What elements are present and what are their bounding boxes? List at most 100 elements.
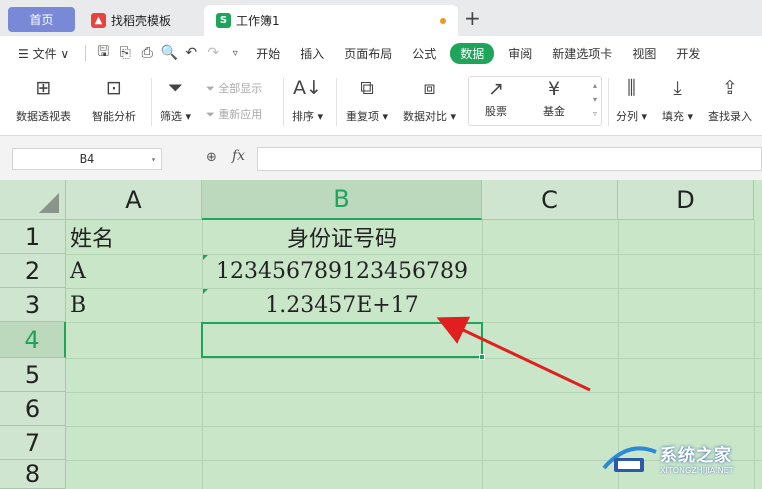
- stock-label: 股票: [485, 105, 507, 118]
- save-icon[interactable]: 🖫: [92, 41, 114, 65]
- file-menu-label: 文件: [32, 46, 57, 61]
- undo-icon[interactable]: ↶: [180, 45, 202, 61]
- row-header-7[interactable]: 7: [0, 426, 66, 460]
- menu-bar: ☰ 文件 ∨ 🖫 ⎘ ⎙ 🔍 ↶ ↷ ▿ 开始 插入 页面布局 公式 数据 审阅…: [0, 36, 762, 70]
- filter-button[interactable]: ⏷ 筛选 ▾: [160, 76, 191, 124]
- tab-workbook[interactable]: S 工作簿1: [204, 5, 458, 36]
- unsaved-dot-icon: [440, 18, 446, 24]
- formula-bar: B4 ▾ ⊕ fx: [0, 136, 762, 180]
- row-header-6[interactable]: 6: [0, 392, 66, 426]
- row-header-8[interactable]: 8: [0, 460, 66, 489]
- menu-home[interactable]: 开始: [246, 45, 290, 62]
- split-column-button[interactable]: ⫼ 分列 ▾: [616, 76, 647, 124]
- sort-label: 排序 ▾: [292, 110, 324, 123]
- column-header-c[interactable]: C: [482, 180, 618, 220]
- menu-page-layout[interactable]: 页面布局: [334, 45, 402, 62]
- chevron-down-icon: ∨: [56, 46, 70, 61]
- hamburger-icon: ☰: [18, 46, 33, 61]
- stock-button[interactable]: ↗ 股票: [485, 77, 507, 119]
- name-box[interactable]: B4 ▾: [12, 148, 162, 170]
- cell-b1[interactable]: 身份证号码: [202, 220, 482, 254]
- filter-icon: ⏷: [167, 77, 184, 99]
- divider: [151, 78, 152, 126]
- gallery-scroll-arrows[interactable]: ▴ ▾ ▿: [593, 79, 597, 121]
- reapply-button[interactable]: ⏷ 重新应用: [206, 106, 262, 122]
- row-header-3[interactable]: 3: [0, 288, 66, 322]
- menu-review[interactable]: 审阅: [498, 45, 542, 62]
- menu-view[interactable]: 视图: [622, 45, 666, 62]
- stock-chart-icon: ↗: [488, 78, 504, 100]
- cell-a3[interactable]: B: [70, 288, 86, 322]
- duplicates-button[interactable]: ⧉ 重复项 ▾: [346, 76, 388, 124]
- watermark-url: XITONGZHIJIA.NET: [660, 466, 734, 475]
- row-gridline: [66, 426, 762, 427]
- row-gridline: [66, 392, 762, 393]
- formula-input[interactable]: [257, 147, 762, 171]
- watermark: 系统之家 XITONGZHIJIA.NET: [598, 438, 734, 478]
- menu-developer[interactable]: 开发: [666, 45, 710, 62]
- print-preview-icon[interactable]: 🔍: [158, 45, 180, 61]
- fill-button[interactable]: ⤓ 填充 ▾: [662, 76, 693, 124]
- column-gridline: [754, 220, 755, 489]
- annotation-arrow: [436, 316, 591, 392]
- cell-a1[interactable]: 姓名: [70, 220, 114, 254]
- menu-new-tab[interactable]: 新建选项卡: [542, 45, 622, 62]
- duplicates-icon: ⧉: [360, 77, 374, 99]
- tab-home[interactable]: 首页: [8, 7, 75, 32]
- smart-analysis-button[interactable]: ⊡ 智能分析: [92, 76, 136, 124]
- split-column-icon: ⫼: [627, 77, 636, 99]
- chevron-down-icon[interactable]: ▾: [151, 155, 156, 164]
- tab-template[interactable]: ▲ 找稻壳模板: [79, 5, 201, 36]
- divider: [283, 78, 284, 126]
- filter-label: 筛选 ▾: [160, 110, 192, 123]
- column-header-d[interactable]: D: [618, 180, 754, 220]
- show-all-button[interactable]: ⏷ 全部显示: [206, 80, 262, 96]
- menu-insert[interactable]: 插入: [290, 45, 334, 62]
- cell-a2[interactable]: A: [70, 254, 86, 288]
- pivot-table-button[interactable]: ⊞ 数据透视表: [16, 76, 71, 124]
- file-menu[interactable]: ☰ 文件 ∨: [0, 45, 79, 62]
- select-all-corner[interactable]: [0, 180, 66, 220]
- row-header-1[interactable]: 1: [0, 220, 66, 254]
- cell-b2[interactable]: 123456789123456789: [202, 254, 482, 288]
- spreadsheet-icon: S: [216, 13, 231, 28]
- show-all-icon: ⏷: [206, 82, 215, 95]
- docer-icon: ▲: [91, 13, 106, 28]
- ribbon-toolbar: ⊞ 数据透视表 ⊡ 智能分析 ⏷ 筛选 ▾ ⏷ 全部显示 ⏷ 重新应用 A↓ 排…: [0, 70, 762, 136]
- cell-reference: B4: [79, 152, 95, 166]
- tab-bar: 首页 ▲ 找稻壳模板 S 工作簿1 +: [0, 0, 762, 36]
- column-header-b[interactable]: B: [202, 180, 482, 220]
- divider: [336, 78, 337, 126]
- column-header-a[interactable]: A: [66, 180, 202, 220]
- redo-icon[interactable]: ↷: [202, 45, 224, 61]
- row-header-4[interactable]: 4: [0, 322, 66, 358]
- row-gridline: [66, 358, 762, 359]
- export-icon[interactable]: ⎘: [114, 45, 136, 61]
- lookup-entry-button[interactable]: ⇪ 查找录入: [708, 76, 752, 124]
- tab-workbook-label: 工作簿1: [236, 14, 280, 28]
- lookup-entry-label: 查找录入: [708, 110, 752, 123]
- select-all-icon: [39, 193, 59, 213]
- new-tab-button[interactable]: +: [464, 6, 481, 30]
- customize-icon[interactable]: ▿: [224, 48, 246, 59]
- fund-button[interactable]: ¥ 基金: [543, 77, 565, 119]
- number-as-text-indicator-icon: [203, 289, 208, 294]
- duplicates-label: 重复项 ▾: [346, 110, 389, 123]
- data-compare-label: 数据对比 ▾: [403, 110, 457, 123]
- zoom-icon[interactable]: ⊕: [206, 150, 217, 165]
- fill-down-icon: ⤓: [673, 77, 682, 99]
- menu-formula[interactable]: 公式: [402, 45, 446, 62]
- menu-data[interactable]: 数据: [450, 42, 495, 64]
- watermark-logo-icon: [598, 438, 660, 478]
- row-header-5[interactable]: 5: [0, 358, 66, 392]
- fill-label: 填充 ▾: [662, 110, 694, 123]
- function-icon[interactable]: fx: [232, 148, 245, 164]
- data-compare-button[interactable]: ⧈ 数据对比 ▾: [403, 76, 456, 124]
- reapply-icon: ⏷: [206, 108, 215, 121]
- arrow-line: [436, 316, 591, 392]
- sort-button[interactable]: A↓ 排序 ▾: [292, 76, 323, 124]
- show-all-label: 全部显示: [218, 82, 263, 95]
- fund-label: 基金: [543, 105, 565, 118]
- print-icon[interactable]: ⎙: [136, 45, 158, 61]
- row-header-2[interactable]: 2: [0, 254, 66, 288]
